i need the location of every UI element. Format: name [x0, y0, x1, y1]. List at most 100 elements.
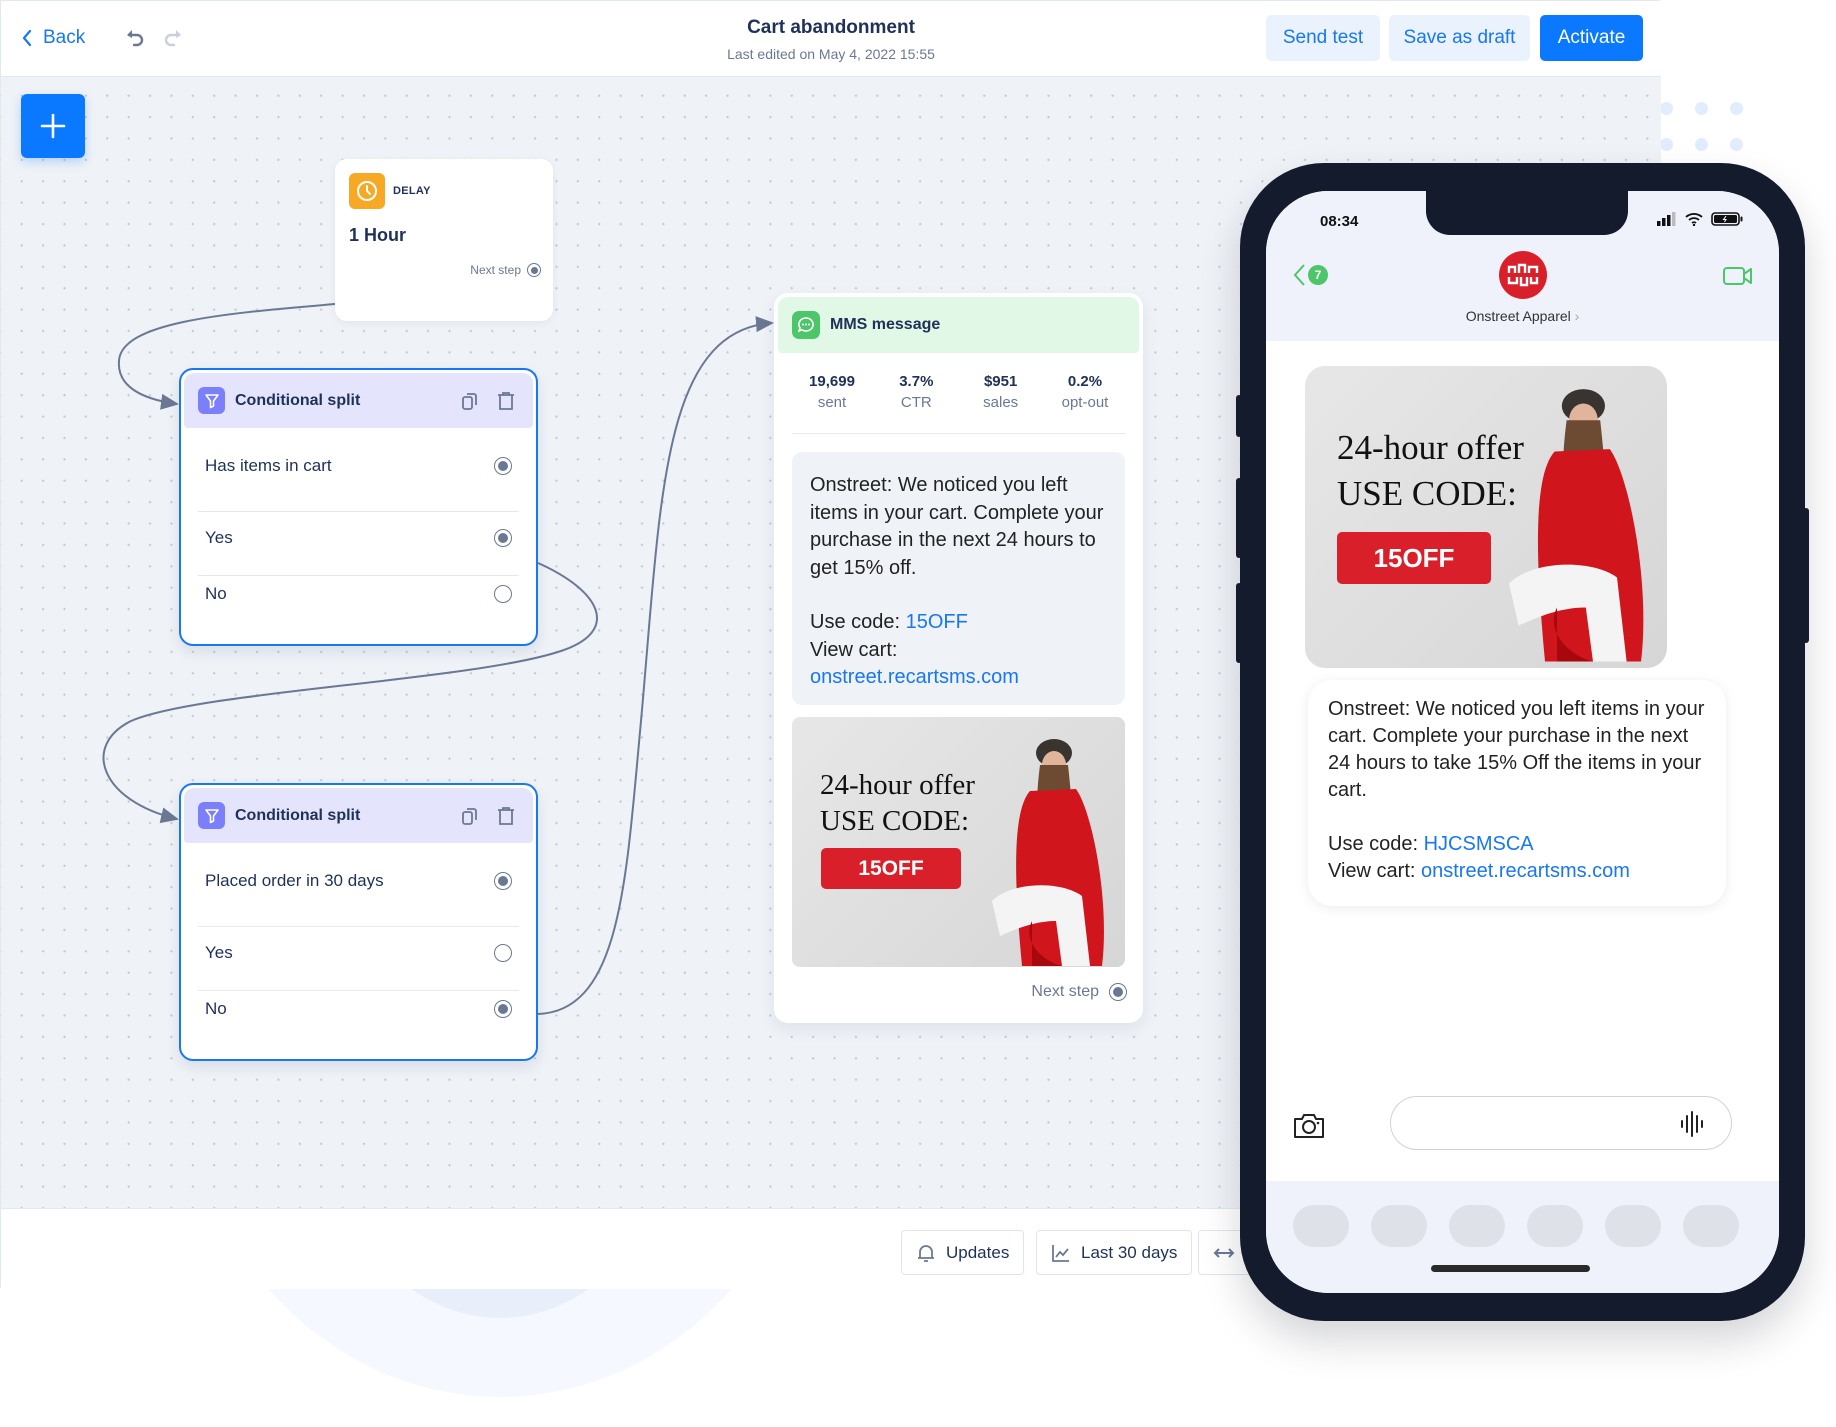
title-block: Cart abandonment Last edited on May 4, 2…	[631, 17, 1031, 62]
divider	[792, 433, 1125, 434]
unread-badge: 7	[1308, 265, 1328, 285]
messages-back-button[interactable]: 7	[1292, 263, 1328, 287]
plus-icon	[40, 113, 66, 139]
last-edited: Last edited on May 4, 2022 15:55	[727, 46, 935, 62]
cart-link[interactable]: onstreet.recartsms.com	[1421, 860, 1630, 882]
home-indicator[interactable]	[1431, 1265, 1590, 1272]
updates-button[interactable]: Updates	[901, 1230, 1025, 1275]
contact-name[interactable]: Onstreet Apparel ›	[1266, 308, 1779, 324]
message-body: Onstreet: We noticed you left items in y…	[1328, 698, 1705, 801]
trash-icon[interactable]	[495, 390, 517, 412]
trash-icon[interactable]	[495, 805, 517, 827]
back-button[interactable]: Back	[21, 27, 85, 49]
app-drawer-item[interactable]	[1527, 1205, 1583, 1247]
phone-screen: 08:34 7 Onstreet Apparel › 24-hour offer	[1266, 191, 1779, 1293]
code-line: Use code: HJCSMSCA	[1328, 831, 1706, 858]
split-condition-row: Has items in cart	[205, 456, 512, 476]
phone-mockup: 08:34 7 Onstreet Apparel › 24-hour offer	[1236, 163, 1809, 1321]
app-drawer-item[interactable]	[1371, 1205, 1427, 1247]
decorative-dots	[1660, 100, 1760, 160]
app-drawer-item[interactable]	[1449, 1205, 1505, 1247]
delay-step-card[interactable]: DELAY 1 Hour Next step	[335, 159, 553, 321]
stat-label: sent	[817, 394, 847, 411]
cart-label: View cart:	[810, 638, 898, 661]
app-drawer-item[interactable]	[1605, 1205, 1661, 1247]
next-step-handle[interactable]	[1109, 983, 1127, 1001]
battery-icon	[1711, 212, 1743, 226]
next-step-label: Next step	[1031, 983, 1099, 1000]
compose-row	[1266, 1096, 1779, 1166]
date-range-button[interactable]: Last 30 days	[1036, 1230, 1193, 1275]
code-line: Use code: 15OFF	[810, 609, 1107, 637]
save-draft-button[interactable]: Save as draft	[1389, 15, 1530, 61]
promo-subheadline: USE CODE:	[1337, 474, 1517, 513]
stat-label: sales	[983, 394, 1019, 411]
redo-icon[interactable]	[161, 26, 185, 50]
option-no-handle[interactable]	[494, 585, 512, 603]
condition-handle[interactable]	[494, 457, 512, 475]
app-drawer-item[interactable]	[1293, 1205, 1349, 1247]
divider	[198, 926, 519, 927]
divider	[198, 990, 519, 991]
conditional-split-card-2[interactable]: Conditional split Placed order in 30 day…	[179, 783, 538, 1061]
code-label: Use code:	[1328, 833, 1424, 855]
promo-code-badge: 15OFF	[821, 848, 961, 889]
contact-name-label: Onstreet Apparel	[1465, 308, 1571, 324]
stat-label: CTR	[900, 394, 932, 411]
promo-headline: 24-hour offer	[820, 769, 975, 801]
received-promo-image[interactable]: 24-hour offer USE CODE: 15OFF	[1305, 366, 1667, 668]
option-no-handle[interactable]	[494, 1000, 512, 1018]
message-body: Onstreet: We noticed you left items in y…	[810, 474, 1104, 579]
add-step-button[interactable]	[21, 94, 85, 158]
option-yes-handle[interactable]	[494, 529, 512, 547]
mms-next-step: Next step	[1031, 983, 1127, 1001]
undo-icon[interactable]	[123, 26, 147, 50]
condition-handle[interactable]	[494, 872, 512, 890]
conditional-split-card-1[interactable]: Conditional split Has items in cart Yes …	[179, 368, 538, 646]
code-link[interactable]: 15OFF	[906, 611, 968, 633]
activate-button[interactable]: Activate	[1540, 15, 1643, 61]
onstreet-logo-icon	[1507, 263, 1539, 287]
delay-next-step: Next step	[470, 263, 541, 277]
phone-side-button	[1236, 478, 1242, 558]
audio-waveform-icon[interactable]	[1679, 1110, 1705, 1138]
message-preview: Onstreet: We noticed you left items in y…	[792, 452, 1125, 705]
mms-stats: 19,699 sent 3.7% CTR $951 sales 0.2% opt-out	[792, 373, 1125, 411]
promo-image: 24-hour offer USE CODE: 15OFF	[792, 717, 1125, 967]
promo-code-badge: 15OFF	[1337, 532, 1491, 584]
message-input[interactable]	[1390, 1096, 1732, 1150]
date-range-label: Last 30 days	[1081, 1242, 1178, 1262]
stat-sent: 19,699 sent	[792, 373, 872, 411]
mms-title: MMS message	[830, 316, 941, 333]
chat-bubble-icon	[792, 311, 820, 339]
wifi-icon	[1685, 213, 1703, 226]
line-chart-icon	[1052, 1244, 1069, 1262]
model-figure-illustration	[1509, 389, 1644, 662]
code-link[interactable]: HJCSMSCA	[1424, 833, 1534, 855]
stat-optout: 0.2% opt-out	[1045, 373, 1125, 411]
split-condition-row: Placed order in 30 days	[205, 871, 512, 891]
chevron-right-icon: ›	[1574, 308, 1580, 324]
bell-icon	[918, 1244, 934, 1262]
stat-value: 0.2%	[1067, 373, 1103, 390]
duplicate-icon[interactable]	[459, 805, 481, 827]
option-label: No	[205, 999, 227, 1018]
camera-icon[interactable]	[1292, 1112, 1326, 1140]
horizontal-arrows-icon	[1213, 1247, 1235, 1258]
option-yes-handle[interactable]	[494, 944, 512, 962]
filter-icon	[198, 802, 225, 829]
mms-message-card[interactable]: MMS message 19,699 sent 3.7% CTR $951 sales…	[774, 293, 1143, 1023]
cart-label: View cart:	[1328, 860, 1421, 882]
condition-label: Placed order in 30 days	[205, 871, 384, 890]
app-drawer-item[interactable]	[1683, 1205, 1739, 1247]
status-icons	[1657, 212, 1743, 226]
split-option-yes: Yes	[205, 943, 512, 963]
brand-logo-avatar[interactable]	[1499, 251, 1547, 299]
next-step-handle[interactable]	[527, 263, 541, 277]
option-label: Yes	[205, 943, 233, 962]
send-test-button[interactable]: Send test	[1266, 15, 1380, 61]
phone-notch	[1426, 191, 1628, 235]
cart-link[interactable]: onstreet.recartsms.com	[810, 664, 1107, 692]
video-call-icon[interactable]	[1723, 266, 1753, 286]
duplicate-icon[interactable]	[459, 390, 481, 412]
